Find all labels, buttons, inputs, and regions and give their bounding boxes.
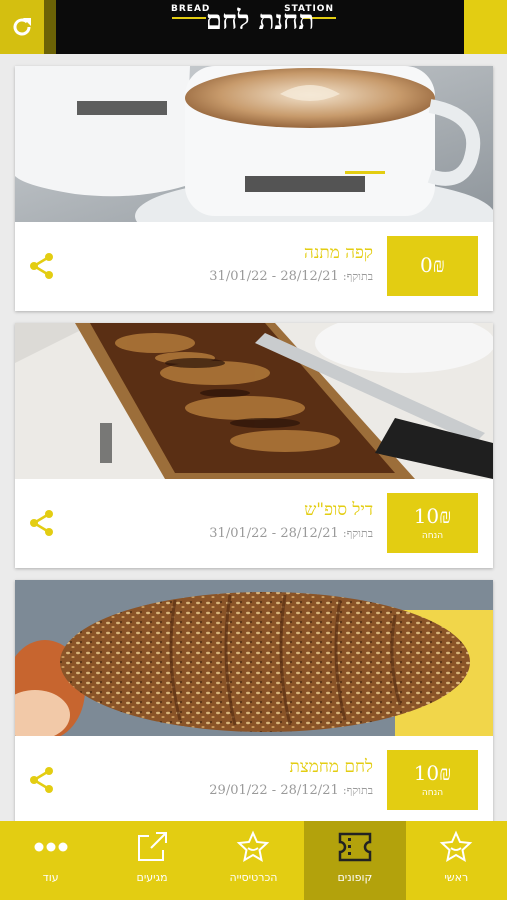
coupon-image-coffee-cups — [15, 66, 493, 222]
coupon-validity: בתוקף: 28/12/21 - 31/01/22 — [209, 526, 373, 541]
coupon-validity: בתוקף: 28/12/21 - 31/01/22 — [209, 269, 373, 284]
refresh-button[interactable] — [0, 0, 44, 54]
nav-label: קופונים — [337, 871, 373, 884]
coupon-title: דיל סופ"ש — [304, 500, 373, 520]
share-icon[interactable] — [27, 508, 57, 538]
header-divider — [44, 0, 56, 54]
nav-arrive[interactable]: מגיעים — [101, 821, 202, 900]
nav-coupons[interactable]: קופונים — [304, 821, 406, 900]
logo-text: תחנת לחם — [205, 6, 315, 36]
ticket-icon — [338, 832, 372, 862]
star-icon — [439, 830, 473, 862]
validity-label: בתוקף: — [342, 270, 373, 283]
share-icon[interactable] — [27, 251, 57, 281]
coupon-price-badge: 0₪ — [387, 236, 478, 296]
nav-punchcard[interactable]: הכרטיסייה — [203, 821, 304, 900]
coupon-image-sourdough-bread — [15, 580, 493, 736]
coupon-price-sub: הנחה — [421, 788, 444, 798]
external-link-icon — [138, 832, 168, 861]
bottom-nav: עוד מגיעים הכרטיסייה קופונים ראשי — [0, 821, 507, 900]
coupon-title: לחם מחמצת — [289, 757, 373, 777]
coupon-card[interactable]: 10₪ הנחה דיל סופ"ש בתוקף: 28/12/21 - 31/… — [15, 323, 493, 568]
nav-label: ראשי — [444, 871, 469, 884]
nav-label: מגיעים — [136, 871, 168, 884]
nav-home[interactable]: ראשי — [406, 821, 507, 900]
logo-bar: BREAD STATION תחנת לחם — [56, 0, 464, 54]
coupon-card[interactable]: 0₪ קפה מתנה בתוקף: 28/12/21 - 31/01/22 — [15, 66, 493, 311]
coupon-card[interactable]: 10₪ הנחה לחם מחמצת בתוקף: 28/12/21 - 29/… — [15, 580, 493, 825]
coupon-price-sub: הנחה — [421, 531, 444, 541]
coupon-validity: בתוקף: 28/12/21 - 29/01/22 — [209, 783, 373, 798]
coupon-price-badge: 10₪ הנחה — [387, 750, 478, 810]
nav-more[interactable]: עוד — [0, 821, 101, 900]
coupon-price: 10₪ — [413, 504, 452, 528]
nav-label: עוד — [42, 871, 59, 884]
validity-label: בתוקף: — [342, 784, 373, 797]
validity-dates: 28/12/21 - 31/01/22 — [209, 269, 339, 284]
share-icon[interactable] — [27, 765, 57, 795]
validity-dates: 28/12/21 - 31/01/22 — [209, 526, 339, 541]
validity-label: בתוקף: — [342, 527, 373, 540]
nav-label: הכרטיסייה — [229, 871, 278, 884]
app-header: BREAD STATION תחנת לחם — [0, 0, 507, 54]
coupon-price: 0₪ — [420, 253, 445, 277]
coupon-price-badge: 10₪ הנחה — [387, 493, 478, 553]
more-icon — [34, 842, 68, 852]
refresh-icon — [13, 18, 31, 36]
coupon-price: 10₪ — [413, 761, 452, 785]
coupon-image-babka-cake — [15, 323, 493, 479]
validity-dates: 28/12/21 - 29/01/22 — [209, 783, 339, 798]
badge-star-icon — [237, 830, 270, 862]
coupon-title: קפה מתנה — [304, 243, 373, 263]
